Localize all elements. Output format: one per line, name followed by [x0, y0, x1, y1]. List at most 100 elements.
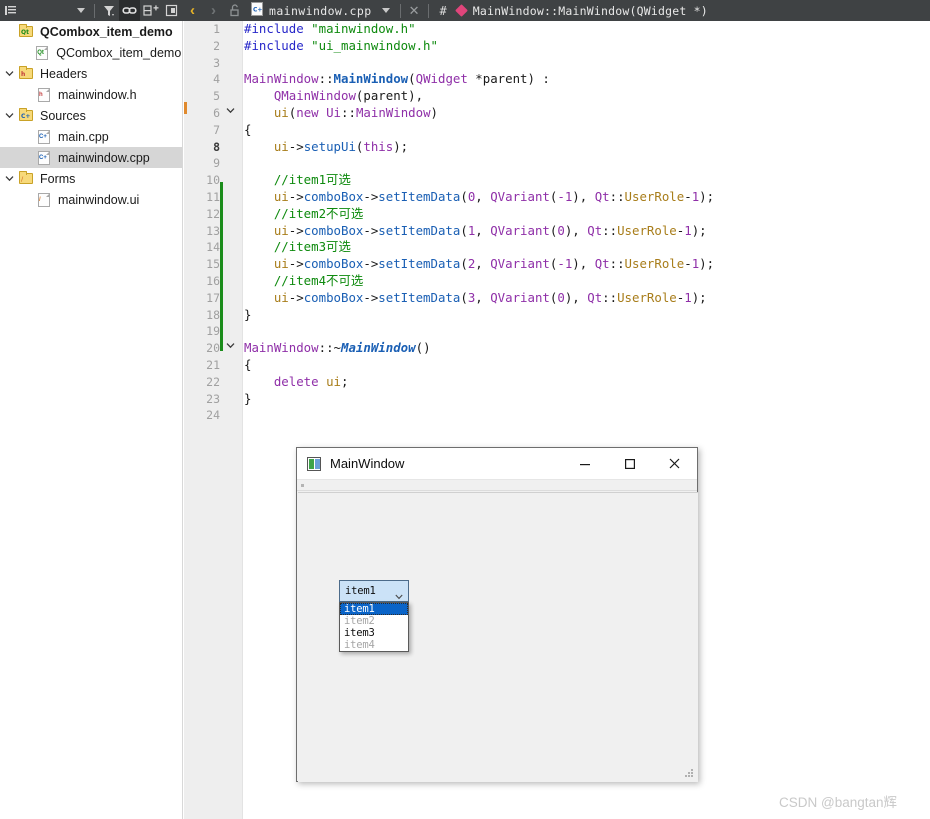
combobox-widget[interactable]: item1 item1 item2 item3 item4 — [339, 580, 409, 652]
line-number: 24 — [206, 408, 220, 423]
watermark-text: CSDN @bangtan辉 — [779, 795, 898, 810]
modified-lines-marker — [220, 182, 223, 351]
code-line-text: { — [244, 121, 252, 137]
code-line[interactable]: 18} — [206, 307, 930, 324]
code-line[interactable]: 2 #include "ui_mainwindow.h" — [213, 38, 930, 55]
split-add-icon[interactable] — [140, 0, 161, 21]
hash-icon[interactable]: # — [432, 4, 457, 18]
line-number: 8 — [213, 139, 220, 154]
resize-grip-icon[interactable] — [684, 768, 694, 778]
code-line[interactable]: 4 MainWindow::MainWindow(QWidget *parent)… — [213, 71, 930, 88]
filter-icon[interactable] — [98, 0, 119, 21]
file-tab-dropdown-icon[interactable] — [376, 0, 397, 21]
code-line-text: ui->comboBox->setItemData(3, QVariant(0)… — [273, 289, 707, 305]
line-number: 17 — [206, 290, 220, 305]
line-number: 14 — [206, 240, 220, 255]
line-number: 18 — [206, 307, 220, 322]
code-line-text: //item4不可选 — [273, 272, 364, 288]
code-line-text: ui(new Ui::MainWindow) — [273, 104, 439, 120]
project-tree: Qt QCombox_item_demo Qt QCombox_item_demo.p… — [0, 21, 182, 210]
code-line[interactable]: 13 ui->comboBox->setItemData(1, QVariant… — [206, 223, 930, 240]
combobox-dropdown-list[interactable]: item1 item2 item3 item4 — [339, 602, 409, 652]
cpp-file-icon: C+ — [251, 2, 264, 19]
line-number: 21 — [206, 357, 220, 372]
code-line[interactable]: 12 //item2不可选 — [206, 206, 930, 223]
tree-item-mainwindow-h[interactable]: h mainwindow.h — [0, 84, 182, 105]
chevron-down-icon[interactable] — [0, 69, 18, 78]
combobox-option: item2 — [344, 615, 375, 627]
code-line[interactable]: 17 ui->comboBox->setItemData(3, QVariant… — [206, 289, 930, 307]
nav-back-icon[interactable]: ‹ — [182, 0, 203, 21]
qt-mainwindow-dialog[interactable]: MainWindow item1 item1 item2 item3 item4 — [296, 447, 698, 782]
panel-icon[interactable] — [161, 0, 182, 21]
code-line-text: } — [244, 390, 252, 406]
code-line[interactable]: 21 { — [206, 356, 930, 374]
combobox-field[interactable]: item1 — [339, 580, 409, 602]
code-line[interactable]: 14 //item3可选 — [206, 239, 930, 256]
toolbar-divider — [427, 3, 429, 18]
chevron-down-icon[interactable] — [0, 174, 18, 183]
code-line[interactable]: 24 — [206, 407, 930, 424]
fold-toggle-icon[interactable] — [224, 105, 236, 122]
tree-item-qcombox-item-demo-pr[interactable]: Qt QCombox_item_demo.pr — [0, 42, 182, 63]
code-line[interactable]: 6 ui(new Ui::MainWindow) — [213, 104, 930, 122]
code-line[interactable]: 7{ — [213, 121, 930, 139]
nav-forward-icon[interactable]: › — [203, 0, 224, 21]
current-symbol-breadcrumb[interactable]: MainWindow::MainWindow(QWidget *) — [454, 0, 708, 21]
qt-close-button[interactable] — [652, 448, 697, 479]
qt-maximize-button[interactable] — [607, 448, 652, 479]
project-sidebar: Qt QCombox_item_demo Qt QCombox_item_demo.p… — [0, 21, 183, 819]
code-line[interactable]: 8 ui->setupUi(this); — [213, 139, 930, 156]
combobox-selected-value: item1 — [345, 585, 376, 597]
tree-item-sources[interactable]: C+ Sources — [0, 105, 182, 126]
line-number: 10 — [206, 173, 220, 188]
code-line[interactable]: 5 QMainWindow(parent), — [213, 88, 930, 105]
tree-item-label: QCombox_item_demo.pr — [56, 45, 182, 60]
tree-item-qcombox-item-demo[interactable]: Qt QCombox_item_demo — [0, 21, 182, 42]
tree-item-mainwindow-ui[interactable]: / mainwindow.ui — [0, 189, 182, 210]
qt-central-widget: item1 item1 item2 item3 item4 — [298, 492, 698, 782]
combobox-option[interactable]: item1 — [340, 603, 408, 615]
tree-item-headers[interactable]: h Headers — [0, 63, 182, 84]
code-line[interactable]: 1 #include "mainwindow.h" — [213, 21, 930, 38]
unlock-icon[interactable] — [224, 0, 245, 21]
toolbar-right-group: ‹ › C+ mainwindow.cpp ✕ # MainWindow::Ma… — [182, 0, 708, 21]
code-line[interactable]: 15 ui->comboBox->setItemData(2, QVariant… — [206, 256, 930, 273]
line-number: 20 — [206, 341, 220, 356]
chevron-down-icon[interactable] — [0, 111, 18, 120]
line-number: 22 — [206, 374, 220, 389]
tree-item-main-cpp[interactable]: C+ main.cpp — [0, 126, 182, 147]
combobox-option: item4 — [344, 639, 375, 651]
code-line[interactable]: 3 — [213, 55, 930, 72]
code-line[interactable]: 10 //item1可选 — [206, 172, 930, 189]
code-line[interactable]: 16 //item4不可选 — [206, 272, 930, 290]
code-line[interactable]: 23} — [206, 390, 930, 408]
code-line-text: { — [244, 356, 252, 372]
ui-file-icon: / — [36, 192, 53, 208]
line-number: 12 — [206, 206, 220, 221]
link-icon[interactable] — [119, 0, 140, 21]
code-line-text: QMainWindow(parent), — [273, 88, 424, 104]
qt-minimize-button[interactable] — [562, 448, 607, 479]
cpp-file-icon: C+ — [36, 129, 53, 145]
code-line-text: delete ui; — [273, 373, 349, 389]
combobox-option[interactable]: item3 — [340, 627, 408, 639]
code-line[interactable]: 19 — [206, 323, 930, 340]
code-line[interactable]: 11 ui->comboBox->setItemData(0, QVariant… — [206, 188, 930, 206]
tree-item-mainwindow-cpp[interactable]: C+ mainwindow.cpp — [0, 147, 182, 168]
qt-title-bar[interactable]: MainWindow — [297, 448, 697, 480]
chevron-down-icon[interactable] — [70, 0, 91, 21]
tree-item-forms[interactable]: / Forms — [0, 168, 182, 189]
line-number: 6 — [213, 105, 220, 120]
line-number: 11 — [206, 189, 220, 204]
code-line[interactable]: 20 MainWindow::~MainWindow() — [206, 340, 930, 357]
current-symbol-label: MainWindow::MainWindow(QWidget *) — [472, 3, 708, 18]
code-line-text: ui->comboBox->setItemData(0, QVariant(-1… — [273, 188, 715, 204]
fold-toggle-icon[interactable] — [224, 340, 236, 357]
code-line[interactable]: 22 delete ui; — [206, 373, 930, 391]
list-icon[interactable] — [0, 0, 21, 21]
code-line[interactable]: 9 — [213, 155, 930, 172]
close-tab-icon[interactable]: ✕ — [404, 0, 425, 21]
code-line-text: //item3可选 — [273, 239, 351, 255]
editor-file-tab[interactable]: C+ mainwindow.cpp — [245, 0, 376, 21]
